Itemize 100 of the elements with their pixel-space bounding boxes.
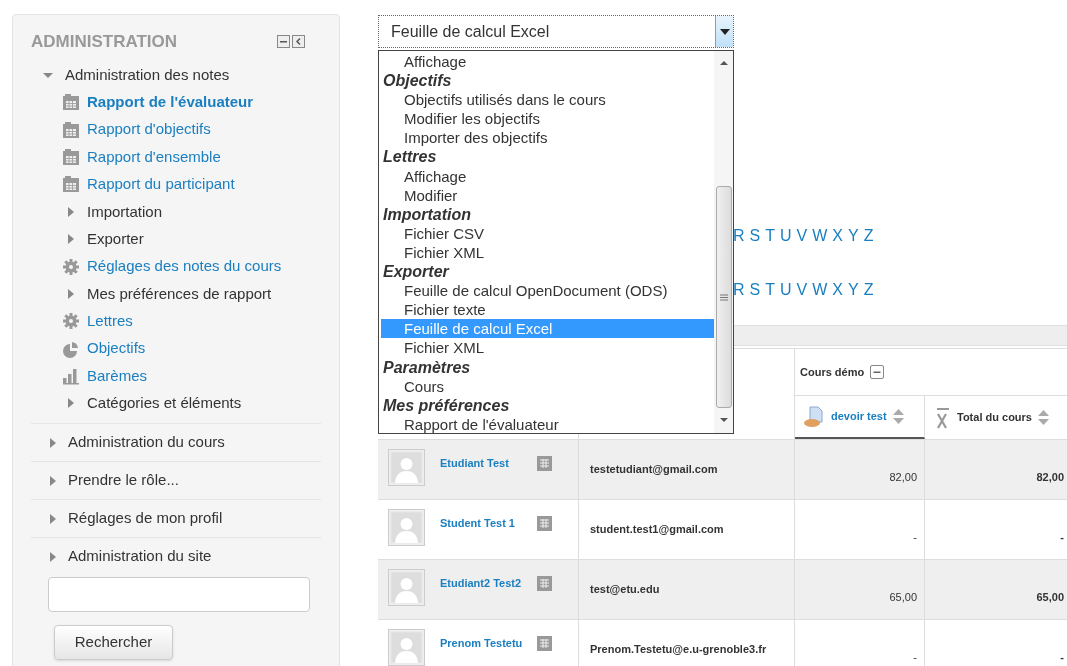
collapsed-triangle-icon[interactable]	[48, 437, 58, 448]
column-title[interactable]: devoir test	[831, 408, 887, 425]
grade-report-icon[interactable]	[537, 576, 552, 591]
nav-link[interactable]: Réglages des notes du cours	[87, 255, 282, 278]
student-name-link[interactable]: Etudiant Test	[440, 455, 537, 472]
option-group-label: Objectifs	[382, 71, 453, 91]
letter-filter-link[interactable]: R	[733, 224, 745, 244]
scrollbar[interactable]	[714, 51, 733, 433]
student-name-link[interactable]: Etudiant2 Test2	[440, 575, 537, 592]
dropdown-option[interactable]: Rapport de l'évaluateur	[381, 414, 714, 433]
grade-report-icon[interactable]	[537, 516, 552, 531]
dropdown-option[interactable]: Objectifs utilisés dans le cours	[381, 90, 714, 110]
search-field[interactable]	[48, 577, 310, 613]
report-icon	[62, 175, 80, 194]
dropdown-option[interactable]: Fichier texte	[381, 300, 714, 320]
dropdown-option[interactable]: Modifier	[381, 185, 714, 205]
nav-link[interactable]: Rapport d'objectifs	[87, 118, 211, 141]
total-value: 65,00	[1036, 590, 1064, 605]
letter-filter-link[interactable]: W	[812, 278, 828, 298]
tree-folder[interactable]: Catégories et éléments	[87, 392, 242, 415]
option-group-label: Paramètres	[382, 357, 472, 377]
dropdown-option[interactable]: Affichage	[381, 52, 714, 72]
student-name-link[interactable]: Prenom Testetu	[440, 635, 537, 652]
email-text: student.test1@gmail.com	[590, 523, 724, 535]
nav-link[interactable]: Objectifs	[87, 337, 146, 360]
gear-icon	[62, 312, 80, 331]
dropdown-option[interactable]: Feuille de calcul Excel	[381, 319, 714, 339]
column-title[interactable]: Total du cours	[957, 409, 1032, 426]
letter-filter-link[interactable]: R	[733, 278, 745, 298]
grade-value: 82,00	[889, 470, 917, 485]
collapsed-triangle-icon[interactable]	[66, 234, 76, 245]
option-group-label: Lettres	[382, 147, 438, 167]
letter-filter-link[interactable]: W	[812, 224, 828, 244]
letter-filter-link[interactable]: U	[780, 224, 792, 244]
student-name-link[interactable]: Student Test 1	[440, 515, 537, 532]
letter-filter-link[interactable]: T	[765, 278, 775, 298]
tree-folder[interactable]: Administration du site	[68, 545, 212, 568]
email-text: testetudiant@gmail.com	[590, 463, 718, 475]
scrollbar-thumb[interactable]	[715, 186, 732, 408]
tree-folder[interactable]: Administration du cours	[68, 431, 225, 454]
letter-filter-link[interactable]: Y	[848, 278, 859, 298]
dropdown-option[interactable]: Fichier XML	[381, 338, 714, 358]
letter-filter-link[interactable]: Z	[863, 278, 874, 298]
collapsed-triangle-icon[interactable]	[48, 475, 58, 486]
gear-icon	[62, 257, 80, 276]
letter-filter-link[interactable]: V	[796, 224, 808, 244]
search-button[interactable]: Rechercher	[54, 625, 173, 661]
expanded-triangle-icon[interactable]	[43, 70, 53, 81]
letter-filter-link[interactable]: U	[780, 278, 792, 298]
report-icon	[62, 120, 80, 139]
tree-folder[interactable]: Importation	[87, 200, 163, 223]
dropdown-option[interactable]: Feuille de calcul OpenDocument (ODS)	[381, 281, 714, 301]
total-value: -	[1060, 530, 1064, 545]
tree-folder[interactable]: Administration des notes	[65, 64, 230, 87]
dropdown-option[interactable]: Fichier CSV	[381, 223, 714, 243]
grade-report-icon[interactable]	[537, 456, 552, 471]
export-select[interactable]: Feuille de calcul Excel	[378, 15, 734, 48]
letter-filter-link[interactable]: Y	[848, 224, 859, 244]
caret-icon[interactable]	[719, 28, 730, 35]
letter-filter-link[interactable]: X	[832, 224, 844, 244]
letter-filter-link[interactable]: Z	[863, 224, 874, 244]
dropdown-option[interactable]: Importer des objectifs	[381, 128, 714, 148]
report-icon	[62, 93, 80, 112]
letter-filter-link[interactable]: S	[749, 224, 761, 244]
nav-link[interactable]: Barèmes	[87, 364, 148, 388]
total-value: -	[1060, 650, 1064, 665]
dropdown-option[interactable]: Fichier XML	[381, 242, 714, 263]
dropdown-option[interactable]: Cours	[381, 376, 714, 396]
collapsed-triangle-icon[interactable]	[66, 288, 76, 299]
grade-report-icon[interactable]	[537, 636, 552, 651]
letter-filter-link[interactable]: V	[796, 278, 808, 298]
collapse-icon[interactable]	[870, 365, 885, 379]
grade-value: -	[913, 650, 917, 665]
grade-value: -	[913, 530, 917, 545]
collapsed-triangle-icon[interactable]	[48, 551, 58, 562]
sort-icon[interactable]	[892, 409, 904, 424]
collapsed-triangle-icon[interactable]	[66, 206, 76, 217]
dropdown-option[interactable]: Affichage	[381, 166, 714, 186]
category-title: Cours démo	[800, 364, 865, 380]
tree-folder[interactable]: Réglages de mon profil	[68, 507, 223, 530]
sort-icon[interactable]	[1037, 410, 1049, 425]
collapsed-triangle-icon[interactable]	[48, 513, 58, 524]
letter-filter-link[interactable]: T	[765, 224, 775, 244]
nav-link[interactable]: Lettres	[87, 310, 133, 333]
dropdown-option[interactable]: Modifier les objectifs	[381, 109, 714, 129]
tree-folder[interactable]: Prendre le rôle...	[68, 469, 179, 492]
nav-link[interactable]: Rapport d'ensemble	[87, 145, 221, 169]
letter-filter-link[interactable]: S	[749, 278, 761, 298]
email-text: test@etu.edu	[590, 583, 660, 595]
collapsed-triangle-icon[interactable]	[66, 398, 76, 409]
assignment-icon	[803, 405, 825, 428]
report-icon	[62, 147, 80, 166]
nav-link[interactable]: Rapport de l'évaluateur	[87, 90, 254, 114]
tree-folder[interactable]: Exporter	[87, 227, 144, 251]
letter-filter-link[interactable]: X	[832, 278, 844, 298]
block-title: ADMINISTRATION	[31, 31, 178, 53]
nav-link[interactable]: Rapport du participant	[87, 173, 235, 196]
dock-icon[interactable]	[292, 35, 305, 49]
tree-folder[interactable]: Mes préférences de rapport	[87, 282, 272, 306]
collapse-icon[interactable]	[277, 35, 290, 49]
